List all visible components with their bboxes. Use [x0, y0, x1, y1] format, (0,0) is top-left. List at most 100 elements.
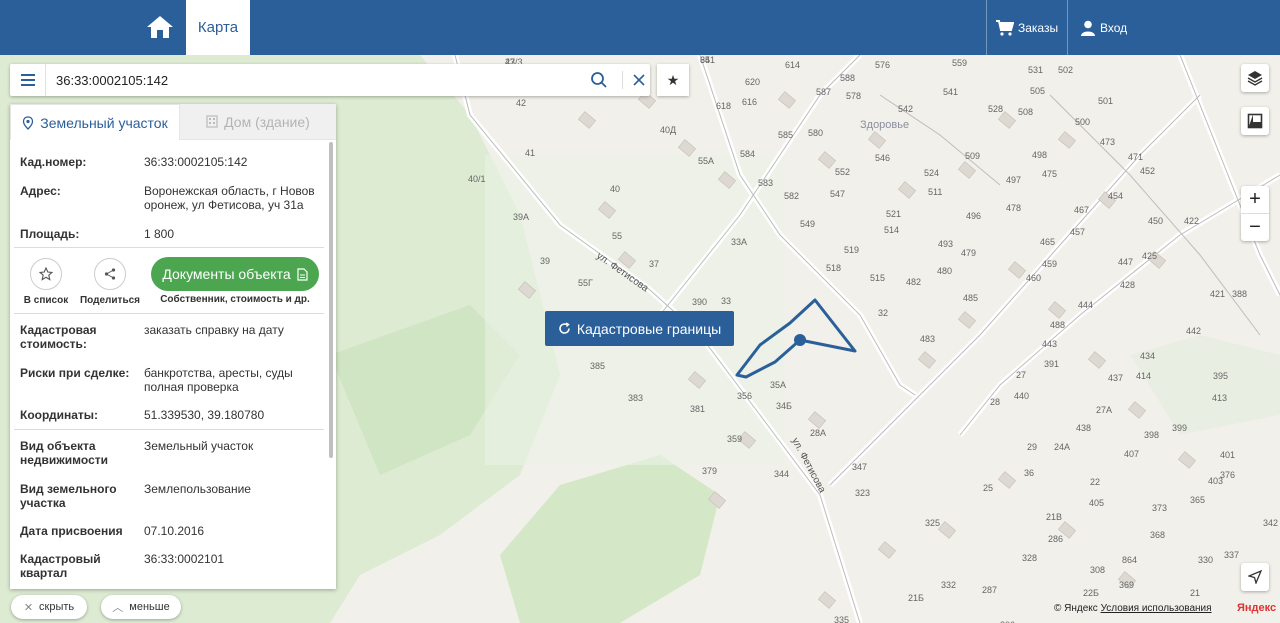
tab-land-plot[interactable]: Земельный участок	[10, 104, 180, 140]
cad-number-link[interactable]: 36:33:0002105:142	[144, 155, 320, 169]
location-pin-icon	[23, 115, 34, 130]
house-number-label: 399	[1172, 423, 1188, 433]
hide-panel-button[interactable]: ✕ скрыть	[11, 595, 87, 619]
login-button[interactable]: Вход	[1080, 0, 1127, 55]
house-number-label: 443	[1042, 339, 1058, 349]
house-number-label: 614	[785, 60, 801, 70]
divider	[14, 313, 324, 314]
less-label: меньше	[129, 601, 170, 613]
house-number-label: 502	[1058, 65, 1074, 75]
favorites-button[interactable]: ★	[657, 64, 689, 96]
house-number-label: 501	[1098, 96, 1114, 106]
house-number-label: 33	[721, 296, 732, 306]
ruler-button[interactable]	[1241, 107, 1269, 135]
house-number-label: 330	[1198, 555, 1214, 565]
house-number-label: 480	[937, 266, 953, 276]
info-label: Кадастровый квартал	[20, 552, 101, 580]
house-number-label: 41	[525, 148, 536, 158]
close-icon: ✕	[23, 601, 34, 614]
house-number-label: 391	[1044, 359, 1060, 369]
add-to-list-button[interactable]: В список	[20, 258, 72, 306]
house-number-label: 395	[1213, 371, 1229, 381]
house-number-label: 21В	[1046, 512, 1063, 522]
info-value: Воронежская область, г Нововоронеж, ул Ф…	[144, 184, 315, 212]
house-number-label: 365	[1190, 495, 1206, 505]
house-number-label: 620	[745, 77, 761, 87]
house-number-label: 22	[1090, 477, 1101, 487]
house-number-label: 383	[628, 393, 644, 403]
house-number-label: 864	[1122, 555, 1138, 565]
house-number-label: 549	[800, 219, 816, 229]
house-number-label: 34	[700, 55, 711, 65]
menu-button[interactable]	[10, 64, 46, 96]
house-number-label: 580	[808, 128, 824, 138]
info-value: 36:33:0002101	[144, 552, 225, 566]
hide-label: скрыть	[39, 601, 75, 613]
house-number-label: 368	[1150, 530, 1166, 540]
zoom-out-button[interactable]: −	[1241, 214, 1269, 241]
house-number-label: 588	[840, 73, 856, 83]
house-number-label: 559	[952, 58, 968, 68]
search-button[interactable]	[590, 71, 608, 89]
document-icon	[297, 267, 308, 281]
layers-button[interactable]	[1241, 64, 1269, 92]
object-documents-button[interactable]: Документы объекта	[151, 257, 319, 291]
house-number-label: 376	[1220, 470, 1236, 480]
geolocation-button[interactable]	[1241, 563, 1269, 591]
house-number-label: 21Б	[908, 593, 924, 603]
navigation-arrow-icon	[1248, 570, 1262, 584]
house-number-label: 576	[875, 60, 891, 70]
house-number-label: 36	[1024, 468, 1035, 478]
house-number-label: 511	[928, 187, 943, 197]
house-number-label: 552	[835, 167, 851, 177]
home-button[interactable]	[140, 8, 180, 46]
house-number-label: 42	[516, 98, 527, 108]
panel-scrollbar[interactable]	[329, 142, 333, 458]
house-number-label: 442	[1186, 326, 1202, 336]
cart-icon	[996, 19, 1014, 36]
house-number-label: 471	[1128, 152, 1144, 162]
house-number-label: 39	[540, 256, 551, 266]
tab-map[interactable]: Карта	[186, 0, 250, 55]
search-bar	[10, 64, 650, 96]
zoom-in-button[interactable]: +	[1241, 186, 1269, 213]
house-number-label: 373	[1152, 503, 1168, 513]
search-input[interactable]	[56, 70, 576, 90]
star-outline-icon	[30, 258, 62, 290]
house-number-label: 478	[1006, 203, 1022, 213]
cadastral-boundaries-button[interactable]: Кадастровые границы	[545, 311, 734, 346]
house-number-label: 55	[612, 231, 623, 241]
terms-link[interactable]: Условия использования	[1101, 603, 1212, 614]
house-number-label: 337	[1224, 550, 1240, 560]
chevron-up-icon: ︿	[112, 602, 124, 614]
house-number-label: 40Д	[660, 125, 677, 135]
house-number-label: 497	[1006, 175, 1022, 185]
tab-building[interactable]: Дом (здание)	[180, 104, 336, 140]
info-value: банкротства, аресты, суды	[144, 366, 293, 380]
house-number-label: 37	[649, 259, 660, 269]
house-number-label: 422	[1184, 216, 1200, 226]
house-number-label: 528	[988, 104, 1004, 114]
share-button[interactable]: Поделиться	[78, 258, 142, 306]
house-number-label: 35А	[770, 380, 787, 390]
clear-search-button[interactable]	[630, 71, 648, 89]
layers-icon	[1247, 71, 1263, 86]
collapse-panel-button[interactable]: ︿ меньше	[101, 595, 181, 619]
house-number-label: 547	[830, 189, 846, 199]
cadastral-boundaries-label: Кадастровые границы	[576, 320, 722, 337]
house-number-label: 519	[844, 245, 860, 255]
house-number-label: 40/1	[468, 174, 486, 184]
map-copyright: © Яндекс Условия использования	[1054, 603, 1212, 614]
orders-button[interactable]: Заказы	[996, 0, 1058, 55]
full-check-link[interactable]: полная проверка	[144, 380, 320, 394]
building-icon	[206, 115, 218, 128]
house-number-label: 287	[982, 585, 998, 595]
house-number-label: 587	[816, 87, 832, 97]
house-number-label: 55Г	[578, 278, 593, 288]
house-number-label: 328	[1022, 553, 1038, 563]
order-cost-link[interactable]: заказать справку на дату	[144, 323, 320, 337]
house-number-label: 498	[1032, 150, 1048, 160]
house-number-label: 616	[742, 97, 758, 107]
house-number-label: 479	[961, 248, 977, 258]
house-number-label: 434	[1140, 351, 1156, 361]
